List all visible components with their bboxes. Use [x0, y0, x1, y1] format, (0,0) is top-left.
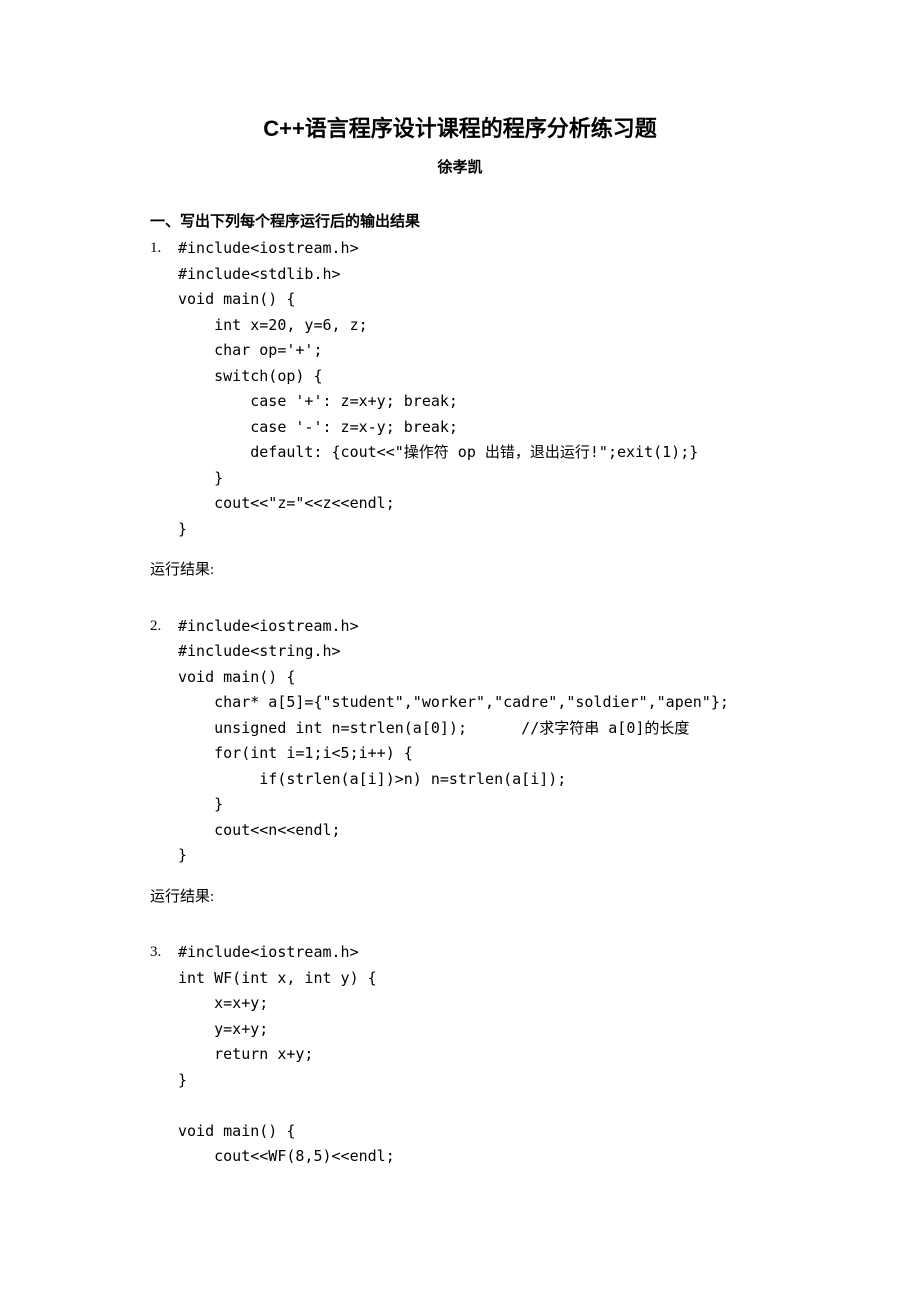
- problem-first-line: 2. #include<iostream.h>: [150, 614, 770, 640]
- problem-first-line: 1. #include<iostream.h>: [150, 236, 770, 262]
- code-line: #include<iostream.h>: [178, 940, 359, 966]
- problem-number: 3.: [150, 940, 178, 966]
- problem-number: 1.: [150, 236, 178, 262]
- document-page: C++语言程序设计课程的程序分析练习题 徐孝凯 一、写出下列每个程序运行后的输出…: [0, 0, 920, 1236]
- code-block: #include<stdlib.h> void main() { int x=2…: [150, 262, 770, 543]
- result-label: 运行结果:: [150, 558, 770, 584]
- problem-block: 3. #include<iostream.h> int WF(int x, in…: [150, 940, 770, 1170]
- code-line: #include<iostream.h>: [178, 236, 359, 262]
- problem-block: 2. #include<iostream.h> #include<string.…: [150, 614, 770, 869]
- problem-number: 2.: [150, 614, 178, 640]
- document-author: 徐孝凯: [150, 155, 770, 181]
- result-label: 运行结果:: [150, 885, 770, 911]
- code-line: #include<iostream.h>: [178, 614, 359, 640]
- problem-block: 1. #include<iostream.h> #include<stdlib.…: [150, 236, 770, 542]
- code-block: int WF(int x, int y) { x=x+y; y=x+y; ret…: [150, 966, 770, 1170]
- problem-first-line: 3. #include<iostream.h>: [150, 940, 770, 966]
- section-heading: 一、写出下列每个程序运行后的输出结果: [150, 209, 770, 235]
- code-block: #include<string.h> void main() { char* a…: [150, 639, 770, 869]
- document-title: C++语言程序设计课程的程序分析练习题: [150, 110, 770, 147]
